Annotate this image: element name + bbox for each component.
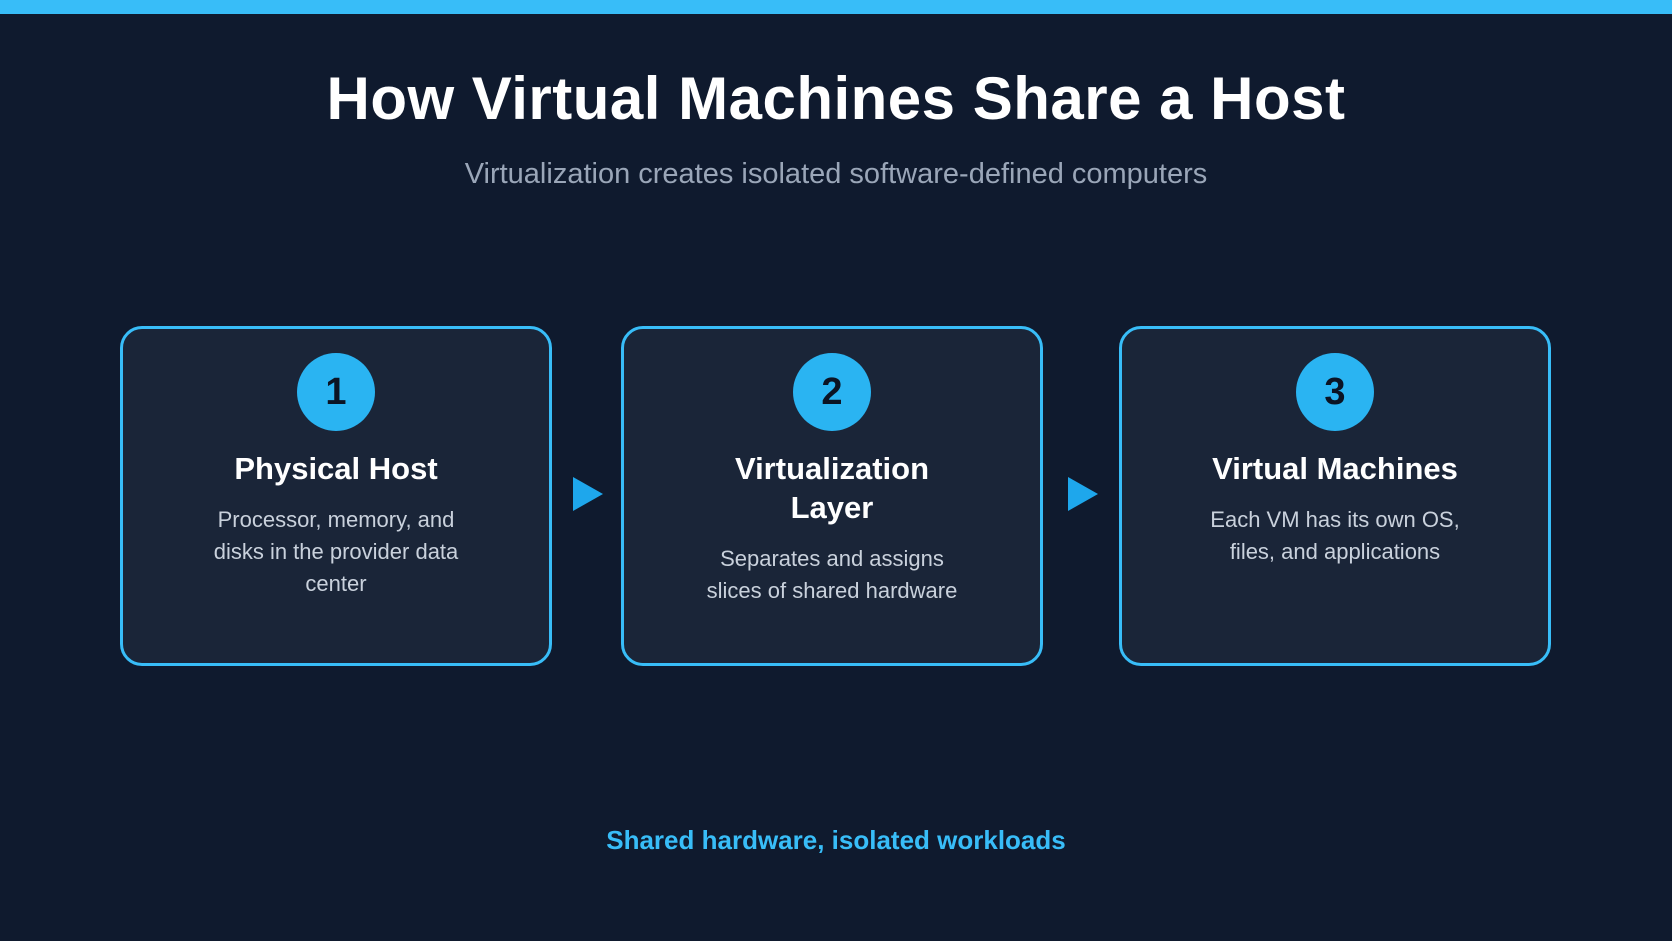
- step-number-badge: 1: [297, 353, 375, 431]
- step-card-physical-host: 1 Physical Host Processor, memory, and d…: [120, 326, 552, 666]
- step-title: Physical Host: [234, 451, 438, 486]
- step-title: Virtualization Layer: [734, 451, 930, 525]
- page-title: How Virtual Machines Share a Host: [326, 65, 1346, 132]
- right-arrow-icon: [1068, 477, 1098, 511]
- page-subtitle: Virtualization creates isolated software…: [464, 158, 1208, 190]
- top-accent-bar: [0, 0, 1672, 14]
- step-title: Virtual Machines: [1212, 451, 1458, 486]
- step-card-virtual-machines: 3 Virtual Machines Each VM has its own O…: [1119, 326, 1551, 666]
- step-description: Each VM has its own OS, files, and appli…: [1210, 507, 1460, 564]
- step-description: Processor, memory, and disks in the prov…: [213, 507, 459, 596]
- footer-tagline: Shared hardware, isolated workloads: [606, 825, 1066, 855]
- step-card-virtualization-layer: 2 Virtualization Layer Separates and ass…: [621, 326, 1043, 666]
- step-number-badge: 3: [1296, 353, 1374, 431]
- step-number-badge: 2: [793, 353, 871, 431]
- step-description: Separates and assigns slices of shared h…: [706, 546, 958, 603]
- right-arrow-icon: [573, 477, 603, 511]
